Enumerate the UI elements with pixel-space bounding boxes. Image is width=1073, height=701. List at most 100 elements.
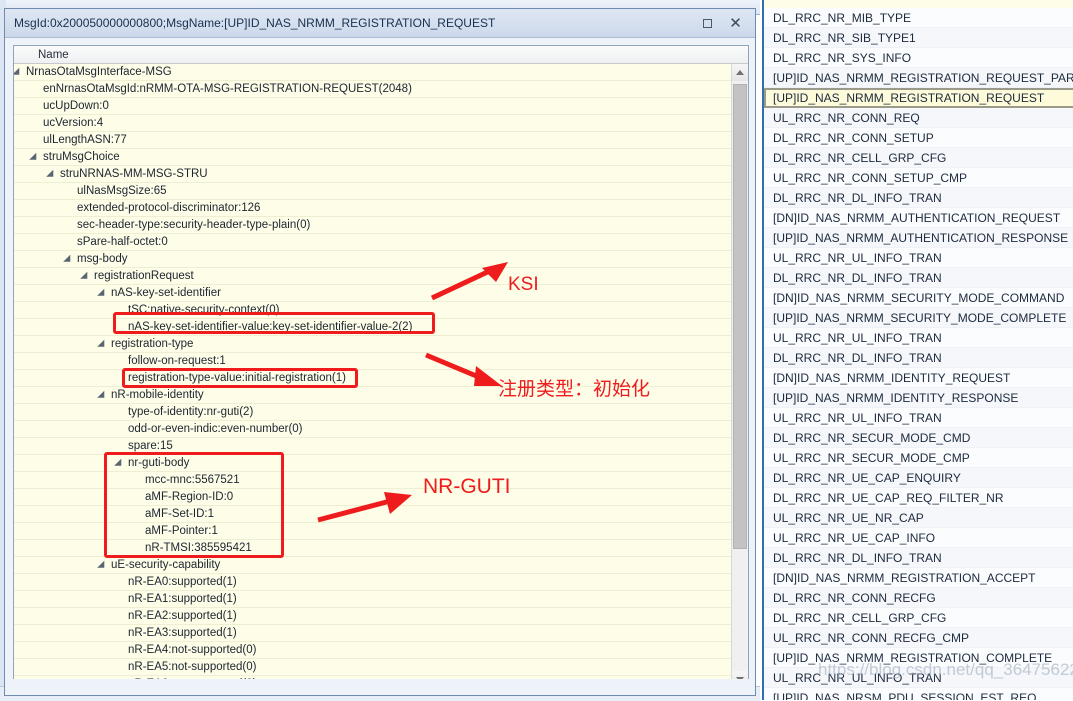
message-list-item[interactable]: DL_RRC_NR_MIB_TYPE — [764, 8, 1073, 28]
tree-row[interactable]: msg-body — [14, 251, 731, 268]
message-list-item[interactable]: DL_RRC_NR_DL_INFO_TRAN — [764, 188, 1073, 208]
tree-row-label: struNRNAS-MM-MSG-STRU — [60, 168, 208, 180]
message-list-item[interactable]: UL_RRC_NR_UL_INFO_TRAN — [764, 328, 1073, 348]
window-title: MsgId:0x200050000000800;MsgName:[UP]ID_N… — [14, 16, 496, 30]
message-list-item[interactable]: DL_RRC_NR_SECUR_MODE_CMD — [764, 428, 1073, 448]
message-list-item[interactable]: DL_RRC_NR_CONN_SETUP — [764, 128, 1073, 148]
tree-row[interactable]: mcc-mnc:5567521 — [14, 472, 731, 489]
message-list-panel[interactable]: DL_RRC_NR_MIB_TYPE DL_RRC_NR_SIB_TYPE1 DL_… — [762, 0, 1073, 700]
message-list-item[interactable]: [UP]ID_NAS_NRMM_SECURITY_MODE_COMPLETE — [764, 308, 1073, 328]
tree-row-label: nR-TMSI:385595421 — [145, 542, 252, 554]
tree-expander-icon[interactable] — [66, 255, 75, 264]
tree-row[interactable]: nR-EA5:not-supported(0) — [14, 659, 731, 676]
message-list-item[interactable]: UL_RRC_NR_CONN_RECFG_CMP — [764, 628, 1073, 648]
tree-row[interactable]: tSC:native-security-context(0) — [14, 302, 731, 319]
tree-row[interactable]: registrationRequest — [14, 268, 731, 285]
tree-row[interactable]: ucUpDown:0 — [14, 98, 731, 115]
tree-expander-icon[interactable] — [15, 68, 24, 77]
tree-row[interactable]: aMF-Region-ID:0 — [14, 489, 731, 506]
tree-expander-icon[interactable] — [117, 459, 126, 468]
tree-row-label: nAS-key-set-identifier-value:key-set-ide… — [128, 321, 413, 333]
tree-row[interactable]: struMsgChoice — [14, 149, 731, 166]
message-list-item[interactable]: DL_RRC_NR_DL_INFO_TRAN — [764, 548, 1073, 568]
tree-row[interactable]: nR-EA4:not-supported(0) — [14, 642, 731, 659]
tree-expander-icon[interactable] — [100, 289, 109, 298]
window-title-bar[interactable]: MsgId:0x200050000000800;MsgName:[UP]ID_N… — [5, 9, 755, 38]
message-list-item[interactable]: UL_RRC_NR_CONN_SETUP_CMP — [764, 168, 1073, 188]
message-list-item[interactable]: [UP]ID_NAS_NRSM_PDU_SESSION_EST_REQ — [764, 688, 1073, 700]
message-list-item[interactable]: [UP]ID_NAS_NRMM_IDENTITY_RESPONSE — [764, 388, 1073, 408]
tree-row[interactable]: sPare-half-octet:0 — [14, 234, 731, 251]
annotation-label-guti: NR-GUTI — [423, 475, 511, 498]
tree-vertical-scrollbar[interactable] — [731, 64, 748, 688]
tree-row[interactable]: odd-or-even-indic:even-number(0) — [14, 421, 731, 438]
message-list-item[interactable]: [DN]ID_NAS_NRMM_AUTHENTICATION_REQUEST — [764, 208, 1073, 228]
tree-expander-icon[interactable] — [49, 170, 58, 179]
tree-expander-icon[interactable] — [100, 340, 109, 349]
tree-row[interactable]: NrnasOtaMsgInterface-MSG — [14, 64, 731, 81]
tree-column-header-name[interactable]: Name — [14, 46, 748, 64]
message-list-item[interactable]: UL_RRC_NR_UE_NR_CAP — [764, 508, 1073, 528]
message-list-item[interactable]: [DN]ID_NAS_NRMM_SECURITY_MODE_COMMAND — [764, 288, 1073, 308]
message-list-item[interactable]: DL_RRC_NR_UE_CAP_ENQUIRY — [764, 468, 1073, 488]
tree-row[interactable]: nR-TMSI:385595421 — [14, 540, 731, 557]
message-list-item[interactable]: DL_RRC_NR_CELL_GRP_CFG — [764, 608, 1073, 628]
message-list-item-selected[interactable]: [UP]ID_NAS_NRMM_REGISTRATION_REQUEST — [764, 88, 1073, 108]
tree-row[interactable]: ulNasMsgSize:65 — [14, 183, 731, 200]
tree-row[interactable]: nR-EA0:supported(1) — [14, 574, 731, 591]
close-icon[interactable]: ✕ — [726, 14, 745, 32]
message-list-item[interactable]: UL_RRC_NR_UL_INFO_TRAN — [764, 248, 1073, 268]
message-list-item[interactable]: UL_RRC_NR_UE_CAP_INFO — [764, 528, 1073, 548]
message-list-item[interactable]: UL_RRC_NR_CONN_REQ — [764, 108, 1073, 128]
message-list-item[interactable]: UL_RRC_NR_UL_INFO_TRAN — [764, 668, 1073, 688]
tree-row-label: nR-EA5:not-supported(0) — [128, 661, 257, 673]
message-detail-window: MsgId:0x200050000000800;MsgName:[UP]ID_N… — [4, 8, 756, 696]
tree-row[interactable]: enNrnasOtaMsgId:nRMM-OTA-MSG-REGISTRATIO… — [14, 81, 731, 98]
tree-expander-icon[interactable] — [100, 561, 109, 570]
tree-row[interactable]: aMF-Pointer:1 — [14, 523, 731, 540]
message-list-item[interactable]: [DN]ID_NAS_NRMM_REGISTRATION_ACCEPT — [764, 568, 1073, 588]
message-list-item[interactable]: DL_RRC_NR_SIB_TYPE1 — [764, 28, 1073, 48]
scrollbar-thumb[interactable] — [733, 84, 747, 549]
tree-row[interactable]: spare:15 — [14, 438, 731, 455]
window-status-strip — [13, 679, 749, 691]
message-list-item[interactable]: [UP]ID_NAS_NRMM_REGISTRATION_COMPLETE — [764, 648, 1073, 668]
tree-row[interactable]: nR-EA2:supported(1) — [14, 608, 731, 625]
tree-row-label: nr-guti-body — [128, 457, 190, 469]
tree-row[interactable]: type-of-identity:nr-guti(2) — [14, 404, 731, 421]
tree-row[interactable]: follow-on-request:1 — [14, 353, 731, 370]
message-list-item[interactable]: DL_RRC_NR_CELL_GRP_CFG — [764, 148, 1073, 168]
message-list-item[interactable]: DL_RRC_NR_DL_INFO_TRAN — [764, 348, 1073, 368]
tree-row[interactable]: sec-header-type:security-header-type-pla… — [14, 217, 731, 234]
tree-row[interactable]: ucVersion:4 — [14, 115, 731, 132]
tree-row[interactable]: registration-type — [14, 336, 731, 353]
tree-row[interactable]: nR-EA3:supported(1) — [14, 625, 731, 642]
tree-row-label: nR-EA0:supported(1) — [128, 576, 237, 588]
tree-row[interactable]: nAS-key-set-identifier-value:key-set-ide… — [14, 319, 731, 336]
tree-row[interactable]: nAS-key-set-identifier — [14, 285, 731, 302]
maximize-icon[interactable] — [698, 14, 717, 32]
message-list-item[interactable]: DL_RRC_NR_CONN_RECFG — [764, 588, 1073, 608]
message-list-item[interactable]: [DN]ID_NAS_NRMM_IDENTITY_REQUEST — [764, 368, 1073, 388]
tree-expander-icon[interactable] — [32, 153, 41, 162]
tree-expander-icon[interactable] — [100, 391, 109, 400]
tree-row-label: tSC:native-security-context(0) — [128, 304, 280, 316]
message-list-item[interactable]: DL_RRC_NR_SYS_INFO — [764, 48, 1073, 68]
message-list-item[interactable]: DL_RRC_NR_DL_INFO_TRAN — [764, 268, 1073, 288]
tree-row[interactable]: uE-security-capability — [14, 557, 731, 574]
tree-row-label: type-of-identity:nr-guti(2) — [128, 406, 254, 418]
message-list-item[interactable]: [UP]ID_NAS_NRMM_AUTHENTICATION_RESPONSE — [764, 228, 1073, 248]
tree-row[interactable]: nr-guti-body — [14, 455, 731, 472]
tree-row[interactable]: nR-EA1:supported(1) — [14, 591, 731, 608]
message-list-item[interactable]: DL_RRC_NR_UE_CAP_REQ_FILTER_NR — [764, 488, 1073, 508]
tree-row[interactable]: aMF-Set-ID:1 — [14, 506, 731, 523]
tree-row[interactable]: extended-protocol-discriminator:126 — [14, 200, 731, 217]
tree-row[interactable]: ulLengthASN:77 — [14, 132, 731, 149]
tree-expander-icon[interactable] — [83, 272, 92, 281]
tree-row[interactable]: struNRNAS-MM-MSG-STRU — [14, 166, 731, 183]
message-list-item[interactable]: UL_RRC_NR_SECUR_MODE_CMP — [764, 448, 1073, 468]
scroll-up-icon[interactable] — [732, 64, 748, 81]
message-list-item[interactable]: [UP]ID_NAS_NRMM_REGISTRATION_REQUEST_PAR — [764, 68, 1073, 88]
message-list-item[interactable]: UL_RRC_NR_UL_INFO_TRAN — [764, 408, 1073, 428]
square-glyph — [703, 18, 712, 28]
